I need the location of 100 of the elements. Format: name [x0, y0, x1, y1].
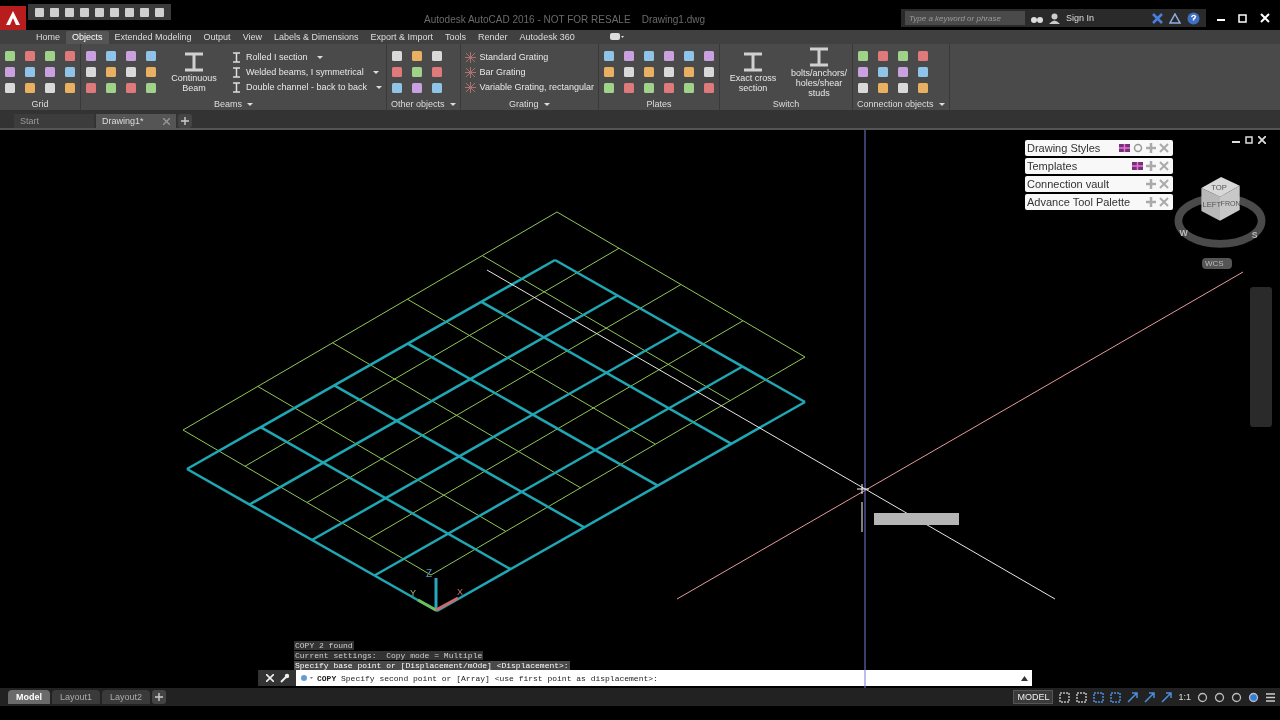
tool-icon[interactable] [623, 66, 635, 78]
ribbon-tab[interactable]: Render [472, 31, 514, 44]
ribbon-tab[interactable]: Objects [66, 31, 109, 44]
ribbon-list-item[interactable]: Standard Grating [464, 51, 594, 63]
tool-icon[interactable] [105, 82, 117, 94]
tool-icon[interactable] [683, 66, 695, 78]
status-icon[interactable] [1214, 691, 1225, 703]
status-icon[interactable] [1059, 691, 1071, 703]
tool-icon[interactable] [431, 50, 444, 62]
tool-icon[interactable] [4, 82, 16, 94]
new-layout-button[interactable] [152, 690, 167, 704]
ribbon-tab[interactable]: Export & Import [364, 31, 440, 44]
tool-icon[interactable] [431, 82, 444, 94]
large-tool-button[interactable]: bolts/anchors/ holes/shear studs [790, 46, 848, 98]
layout-tab[interactable]: Layout2 [102, 690, 151, 704]
tool-icon[interactable] [411, 50, 424, 62]
toolbar-icon[interactable] [154, 6, 165, 18]
menu-icon[interactable] [1265, 691, 1276, 703]
toolbar-icon[interactable] [94, 6, 105, 18]
toolbar-icon[interactable] [109, 6, 120, 18]
tool-icon[interactable] [64, 82, 76, 94]
tool-icon[interactable] [857, 82, 869, 94]
ribbon-tab[interactable]: Extended Modeling [108, 31, 198, 44]
status-icon[interactable] [1144, 691, 1156, 703]
tool-icon[interactable] [917, 50, 929, 62]
tool-icon[interactable] [4, 66, 16, 78]
tool-icon[interactable] [125, 66, 137, 78]
tool-icon[interactable] [917, 66, 929, 78]
restore-icon[interactable] [1245, 136, 1253, 144]
ribbon-list-item[interactable]: Rolled I section [231, 51, 383, 63]
tool-icon[interactable] [663, 82, 675, 94]
tool-icon[interactable] [85, 82, 97, 94]
toolbar-icon[interactable] [49, 6, 60, 18]
tool-icon[interactable] [897, 50, 909, 62]
tool-icon[interactable] [643, 66, 655, 78]
tool-icon[interactable] [24, 82, 36, 94]
tool-icon[interactable] [105, 50, 117, 62]
tool-icon[interactable] [877, 50, 889, 62]
tool-icon[interactable] [917, 82, 929, 94]
tool-icon[interactable] [85, 50, 97, 62]
tool-icon[interactable] [64, 50, 76, 62]
tool-icon[interactable] [125, 82, 137, 94]
panel-title[interactable]: Grid [4, 98, 76, 110]
status-icon[interactable] [1127, 691, 1139, 703]
ribbon-tab[interactable]: Labels & Dimensions [268, 31, 365, 44]
tool-icon[interactable] [105, 66, 117, 78]
panel-title[interactable]: Other objects [391, 98, 456, 110]
status-icon[interactable] [1248, 691, 1259, 703]
tool-icon[interactable] [877, 66, 889, 78]
panel-title[interactable]: Grating [464, 98, 594, 110]
annotation-scale[interactable]: 1:1 [1178, 692, 1191, 702]
tool-icon[interactable] [857, 66, 869, 78]
tool-icon[interactable] [683, 82, 695, 94]
ribbon-list-item[interactable]: Welded beams, I symmetrical [231, 66, 383, 78]
tool-icon[interactable] [643, 50, 655, 62]
status-icon[interactable] [1161, 691, 1173, 703]
ribbon-list-item[interactable]: Variable Grating, rectangular [464, 81, 594, 93]
tool-icon[interactable] [603, 82, 615, 94]
tool-icon[interactable] [44, 82, 56, 94]
tool-icon[interactable] [411, 66, 424, 78]
ribbon-tab[interactable]: Autodesk 360 [513, 31, 581, 44]
tool-icon[interactable] [24, 66, 36, 78]
tool-icon[interactable] [24, 50, 36, 62]
tool-icon[interactable] [623, 50, 635, 62]
status-icon[interactable] [1231, 691, 1242, 703]
document-tab[interactable]: Start [14, 114, 94, 128]
search-field[interactable]: Type a keyword or phrase [905, 11, 1025, 25]
tool-icon[interactable] [391, 66, 404, 78]
status-icon[interactable] [1076, 691, 1088, 703]
tool-icon[interactable] [64, 66, 76, 78]
panel-title[interactable]: Plates [603, 98, 715, 110]
tool-icon[interactable] [391, 82, 404, 94]
tool-icon[interactable] [125, 50, 137, 62]
document-tab[interactable]: Drawing1* [96, 114, 176, 128]
tool-icon[interactable] [44, 66, 56, 78]
toolbar-icon[interactable] [34, 6, 45, 18]
layout-tab[interactable]: Layout1 [52, 690, 101, 704]
tool-icon[interactable] [44, 50, 56, 62]
tool-icon[interactable] [603, 50, 615, 62]
tool-icon[interactable] [683, 50, 695, 62]
layout-tab[interactable]: Model [8, 690, 50, 704]
toolbar-icon[interactable] [124, 6, 135, 18]
ucs-menu-button[interactable]: WCS [1202, 258, 1232, 269]
tool-icon[interactable] [411, 82, 424, 94]
wrench-icon[interactable] [280, 673, 290, 683]
model-space-button[interactable]: MODEL [1013, 690, 1054, 704]
tool-icon[interactable] [703, 50, 715, 62]
tool-icon[interactable] [703, 82, 715, 94]
caret-icon[interactable] [1021, 675, 1028, 681]
tool-icon[interactable] [877, 82, 889, 94]
tool-icon[interactable] [145, 50, 157, 62]
triangle-icon[interactable] [1169, 12, 1181, 24]
toolbar-icon[interactable] [79, 6, 90, 18]
ribbon-tab[interactable]: Output [197, 31, 237, 44]
tool-icon[interactable] [145, 66, 157, 78]
tool-icon[interactable] [391, 50, 404, 62]
tool-icon[interactable] [857, 50, 869, 62]
tool-icon[interactable] [623, 82, 635, 94]
ribbon-list-item[interactable]: Double channel - back to back [231, 81, 383, 93]
help-icon[interactable] [1187, 11, 1200, 25]
